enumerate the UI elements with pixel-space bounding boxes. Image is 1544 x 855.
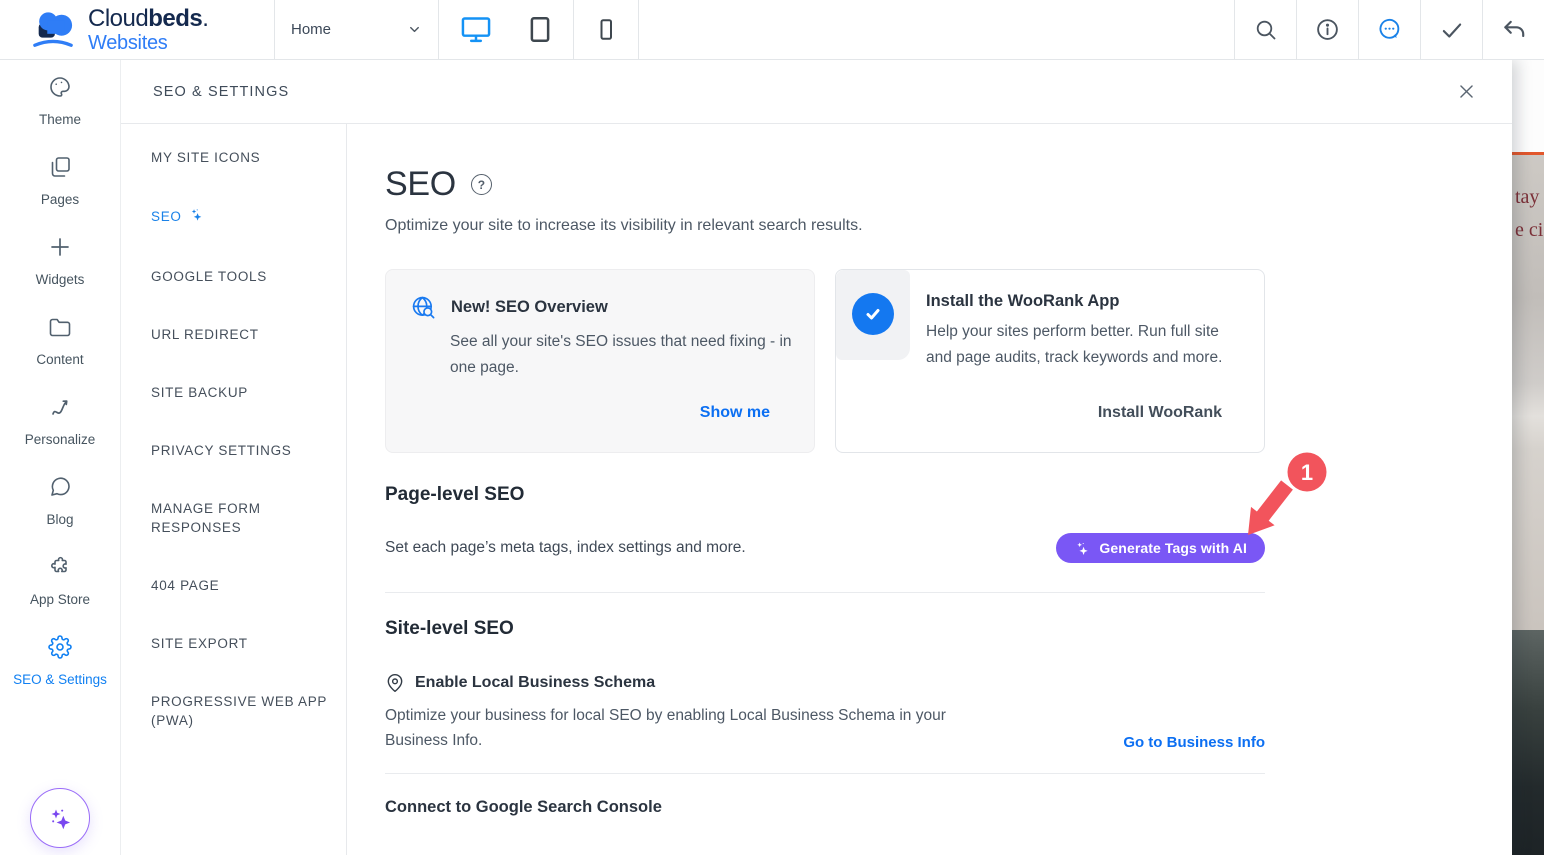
- site-preview-strip: tay e ci: [1512, 60, 1544, 855]
- woorank-card: Install the WooRank App Help your sites …: [835, 269, 1265, 453]
- sidebar-item-pages[interactable]: Pages: [0, 140, 120, 220]
- puzzle-icon: [48, 555, 72, 579]
- location-pin-icon: [385, 673, 405, 693]
- tablet-icon[interactable]: [525, 13, 555, 46]
- info-button[interactable]: [1296, 0, 1358, 59]
- panel-header: SEO & SETTINGS: [121, 60, 1512, 124]
- feedback-button[interactable]: [1358, 0, 1420, 59]
- plus-icon: [48, 235, 72, 259]
- device-preview-switch: [439, 0, 574, 59]
- page-level-description: Set each page’s meta tags, index setting…: [385, 539, 746, 557]
- menu-item-404-page[interactable]: 404 PAGE: [151, 576, 328, 595]
- card-title: New! SEO Overview: [451, 298, 608, 317]
- brand-wordmark: Cloudbeds. Websites: [88, 7, 208, 53]
- seo-content: SEO ? Optimize your site to increase its…: [347, 124, 1512, 855]
- app-body: Theme Pages Widgets Content Personalize: [0, 60, 1544, 855]
- card-title: Install the WooRank App: [926, 292, 1240, 311]
- promo-cards: New! SEO Overview See all your site's SE…: [385, 269, 1265, 453]
- sidebar-item-theme[interactable]: Theme: [0, 60, 120, 140]
- schema-title: Enable Local Business Schema: [415, 674, 655, 692]
- help-icon[interactable]: ?: [471, 174, 492, 195]
- page-level-seo-heading: Page-level SEO: [385, 484, 1265, 506]
- check-icon: [1439, 17, 1465, 43]
- chat-dots-icon: [1377, 17, 1402, 42]
- cloudbeds-logo: Cloudbeds. Websites: [0, 0, 275, 59]
- folder-icon: [48, 315, 72, 339]
- mobile-icon[interactable]: [594, 13, 618, 46]
- sidebar-item-content[interactable]: Content: [0, 300, 120, 380]
- menu-item-my-site-icons[interactable]: MY SITE ICONS: [151, 148, 328, 167]
- panel-title: SEO & SETTINGS: [153, 84, 289, 100]
- globe-search-icon: [410, 294, 437, 321]
- top-bar: Cloudbeds. Websites Home: [0, 0, 1544, 60]
- sidebar-item-widgets[interactable]: Widgets: [0, 220, 120, 300]
- desktop-icon[interactable]: [457, 13, 495, 46]
- search-icon: [1254, 18, 1278, 42]
- chat-bubble-icon: [48, 475, 72, 499]
- page-selector-dropdown[interactable]: Home: [275, 0, 439, 59]
- topbar-spacer: [639, 0, 1234, 59]
- site-level-seo-heading: Site-level SEO: [385, 618, 1265, 640]
- woorank-logo-block: [836, 270, 910, 360]
- page-title: SEO: [385, 165, 456, 204]
- palette-icon: [48, 75, 72, 99]
- path-icon: [48, 395, 72, 419]
- ai-sparkle-icon: [188, 211, 205, 226]
- sidebar-item-app-store[interactable]: App Store: [0, 540, 120, 620]
- left-rail: Theme Pages Widgets Content Personalize: [0, 60, 121, 855]
- menu-item-google-tools[interactable]: GOOGLE TOOLS: [151, 267, 328, 286]
- search-button[interactable]: [1234, 0, 1296, 59]
- sidebar-item-blog[interactable]: Blog: [0, 460, 120, 540]
- menu-item-manage-form-responses[interactable]: MANAGE FORM RESPONSES: [151, 499, 328, 537]
- show-me-link[interactable]: Show me: [700, 404, 770, 422]
- menu-item-progressive-web-app[interactable]: PROGRESSIVE WEB APP (PWA): [151, 692, 328, 730]
- page-subtitle: Optimize your site to increase its visib…: [385, 217, 1265, 235]
- sparkles-icon: [47, 805, 74, 832]
- save-confirm-button[interactable]: [1420, 0, 1482, 59]
- gear-icon: [48, 635, 72, 659]
- install-woorank-link[interactable]: Install WooRank: [1098, 404, 1222, 422]
- close-panel-button[interactable]: [1452, 78, 1480, 106]
- menu-item-url-redirect[interactable]: URL REDIRECT: [151, 325, 328, 344]
- sidebar-item-seo-settings[interactable]: SEO & Settings: [0, 620, 120, 700]
- go-to-business-info-link[interactable]: Go to Business Info: [1123, 734, 1265, 751]
- page-selector-value: Home: [291, 21, 331, 38]
- annotation-number: 1: [1301, 460, 1313, 485]
- device-preview-phone: [574, 0, 639, 59]
- topbar-actions: [1234, 0, 1544, 59]
- info-icon: [1315, 17, 1340, 42]
- menu-item-seo[interactable]: SEO: [151, 206, 328, 228]
- ai-assistant-button[interactable]: [30, 788, 90, 848]
- preview-photo-upper: tay e ci: [1512, 155, 1544, 630]
- sparkle-icon: [1074, 540, 1091, 557]
- card-description: Help your sites perform better. Run full…: [926, 319, 1240, 371]
- divider: [385, 773, 1265, 774]
- menu-item-site-export[interactable]: SITE EXPORT: [151, 634, 328, 653]
- woorank-icon: [852, 293, 894, 335]
- seo-settings-panel: SEO & SETTINGS MY SITE ICONS SEO GOOGLE …: [121, 60, 1512, 855]
- undo-icon: [1501, 17, 1527, 43]
- generate-tags-ai-button[interactable]: Generate Tags with AI: [1056, 533, 1265, 563]
- menu-item-site-backup[interactable]: SITE BACKUP: [151, 383, 328, 402]
- divider: [385, 592, 1265, 593]
- undo-button[interactable]: [1482, 0, 1544, 59]
- preview-photo-lower: [1512, 630, 1544, 855]
- preview-text-fragment: tay: [1515, 181, 1544, 214]
- schema-description: Optimize your business for local SEO by …: [385, 703, 1005, 753]
- panel-body: MY SITE ICONS SEO GOOGLE TOOLS URL REDIR…: [121, 124, 1512, 855]
- sidebar-item-personalize[interactable]: Personalize: [0, 380, 120, 460]
- menu-item-privacy-settings[interactable]: PRIVACY SETTINGS: [151, 441, 328, 460]
- seo-overview-card: New! SEO Overview See all your site's SE…: [385, 269, 815, 453]
- chevron-down-icon: [407, 22, 422, 37]
- pages-icon: [48, 155, 72, 179]
- card-description: See all your site's SEO issues that need…: [450, 329, 800, 381]
- cloudbeds-cloud-icon: [28, 9, 78, 51]
- google-search-console-heading: Connect to Google Search Console: [385, 798, 1265, 817]
- settings-menu: MY SITE ICONS SEO GOOGLE TOOLS URL REDIR…: [121, 124, 347, 855]
- preview-text-fragment: e ci: [1515, 214, 1544, 247]
